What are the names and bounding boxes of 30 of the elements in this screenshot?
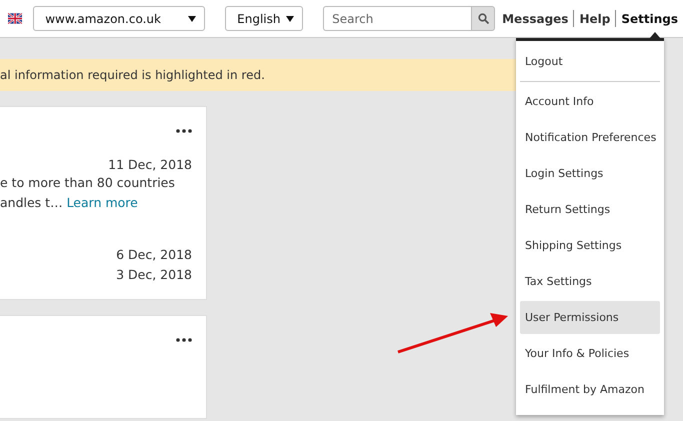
menu-item[interactable]: Return Settings — [520, 193, 660, 226]
language-dropdown[interactable]: English — [225, 6, 304, 31]
caret-icon — [286, 16, 294, 22]
search-field[interactable]: Search — [323, 6, 472, 31]
search-icon — [478, 13, 489, 24]
search-button[interactable] — [471, 6, 496, 31]
more-options-icon[interactable] — [176, 338, 192, 342]
news-date: 11 Dec, 2018 — [107, 156, 192, 173]
menu-item[interactable]: Notification Preferences — [520, 121, 660, 154]
menu-item[interactable]: Your Info & Policies — [520, 337, 660, 370]
menu-item[interactable]: Tax Settings — [520, 265, 660, 298]
menu-item[interactable]: Fulfilment by Amazon — [520, 373, 660, 406]
news-date: 6 Dec, 2018 — [115, 246, 192, 264]
learn-more-link[interactable]: Learn more — [66, 195, 138, 210]
caret-icon — [188, 16, 196, 22]
more-options-icon[interactable] — [176, 129, 192, 133]
nav-link[interactable]: Messages — [497, 10, 574, 28]
menu-item[interactable]: Shipping Settings — [520, 229, 660, 262]
nav-link[interactable]: Help — [574, 10, 616, 28]
marketplace-dropdown[interactable]: www.amazon.co.uk — [33, 6, 206, 31]
logout-link[interactable]: Logout — [520, 45, 660, 78]
banner-message: al information required is highlighted in red. — [0, 67, 265, 84]
nav-link[interactable]: Settings — [616, 10, 683, 28]
menu-item[interactable]: User Permissions — [520, 301, 660, 334]
news-date: 3 Dec, 2018 — [115, 266, 192, 284]
flag-icon — [8, 13, 22, 24]
news-text: e to more than 80 countries — [0, 175, 175, 190]
menu-item[interactable]: Login Settings — [520, 157, 660, 190]
news-text: andles t… — [0, 195, 63, 210]
menu-item[interactable]: Account Info — [520, 85, 660, 118]
